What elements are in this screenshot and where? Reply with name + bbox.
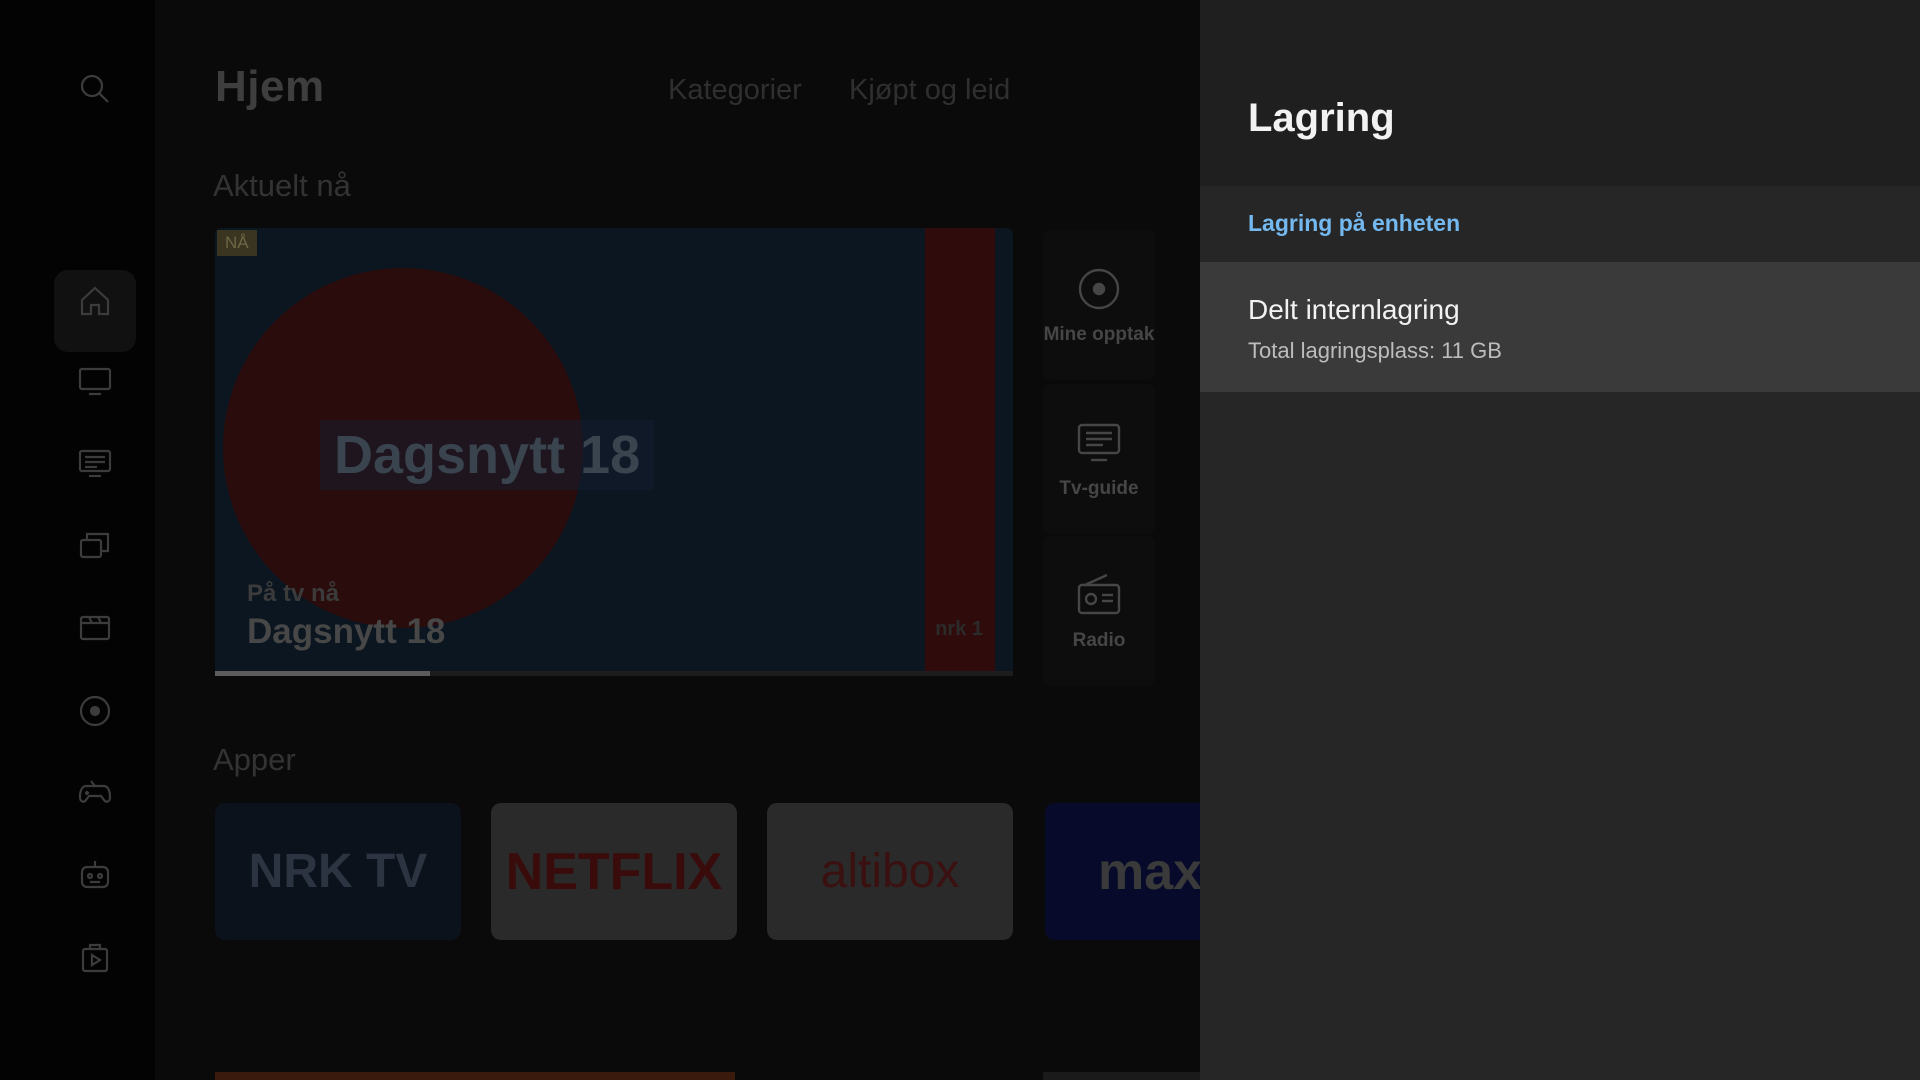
tv-icon[interactable] (74, 360, 116, 402)
live-badge: NÅ (217, 230, 257, 256)
record-icon (1078, 268, 1120, 309)
app-tile-max[interactable]: max (1045, 803, 1200, 940)
panel-header (1200, 0, 1920, 186)
hero-red-bar (925, 228, 995, 676)
row-preview-strip (1043, 1072, 1200, 1080)
play-store-icon[interactable] (74, 936, 116, 978)
search-icon[interactable] (74, 68, 116, 110)
section-device-storage: Lagring på enheten (1200, 186, 1920, 262)
nrk-tv-logo: NRK TV (248, 845, 428, 898)
hero-program-name: Dagsnytt 18 (247, 612, 446, 651)
app-tile-altibox[interactable]: altibox (767, 803, 1013, 940)
hero-progress-bar (215, 671, 1013, 676)
tab-categories[interactable]: Kategorier (668, 74, 802, 107)
shortcut-tv-guide[interactable]: Tv-guide (1043, 384, 1155, 534)
tab-purchased-rented[interactable]: Kjøpt og leid (849, 74, 1010, 107)
section-title-current: Aktuelt nå (213, 168, 351, 203)
movie-icon[interactable] (74, 606, 116, 648)
shortcut-radio[interactable]: Radio (1043, 536, 1155, 686)
shared-internal-storage-item[interactable]: Delt internlagring Total lagringsplass: … (1200, 262, 1920, 392)
guide-icon[interactable] (74, 442, 116, 484)
page-title: Hjem (215, 62, 325, 111)
app-tile-nrk-tv[interactable]: NRK TV (215, 803, 461, 940)
app-tile-netflix[interactable]: NETFLIX (491, 803, 737, 940)
max-logo: max (1098, 842, 1200, 901)
storage-settings-panel: Lagring Lagring på enheten Delt internla… (1200, 0, 1920, 1080)
library-icon[interactable] (74, 524, 116, 566)
hero-progress-fill (215, 671, 431, 676)
hero-overlay-title: Dagsnytt 18 (320, 420, 655, 490)
kids-icon[interactable] (74, 854, 116, 896)
altibox-logo: altibox (820, 845, 960, 898)
games-icon[interactable] (74, 772, 116, 814)
row-preview-strip (215, 1072, 735, 1080)
radio-icon (1077, 573, 1121, 614)
shortcut-label: Tv-guide (1059, 477, 1139, 499)
tv-guide-icon (1077, 423, 1121, 461)
home-icon[interactable] (74, 280, 116, 322)
shortcut-label: Radio (1072, 629, 1126, 651)
home-screen-background: Hjem Kategorier Kjøpt og leid Aktuelt nå… (0, 0, 1200, 1080)
netflix-logo: NETFLIX (505, 842, 723, 901)
section-label: Lagring på enheten (1248, 210, 1461, 236)
panel-title: Lagring (1248, 96, 1395, 140)
shortcut-label: Mine opptak (1043, 323, 1155, 345)
item-subtitle: Total lagringsplass: 11 GB (1248, 338, 1502, 363)
record-icon[interactable] (74, 690, 116, 732)
channel-logo: nrk 1 (935, 618, 983, 640)
item-title: Delt internlagring (1248, 294, 1460, 325)
hero-card[interactable]: Dagsnytt 18 NÅ På tv nå Dagsnytt 18 nrk … (215, 228, 1013, 676)
hero-subtitle: På tv nå (247, 580, 340, 607)
shortcut-my-recordings[interactable]: Mine opptak (1043, 230, 1155, 380)
section-title-apps: Apper (213, 742, 296, 777)
